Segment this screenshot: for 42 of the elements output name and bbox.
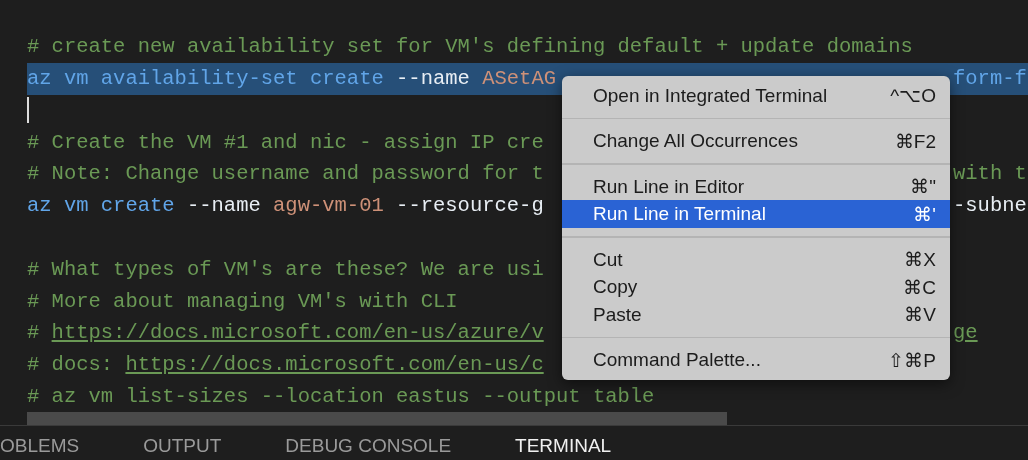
shortcut-label: ⇧⌘P: [888, 348, 936, 372]
panel-tab[interactable]: DEBUG CONSOLE: [285, 429, 452, 457]
code-text: # create new availability set for VM's defining default + update domains: [27, 35, 913, 59]
shortcut-label: ⌘F2: [894, 129, 936, 153]
panel-tab[interactable]: OUTPUT: [143, 429, 222, 457]
shortcut-label: ⌘X: [904, 248, 936, 272]
code-link[interactable]: https://docs.microsoft.com/en-us/c: [125, 353, 544, 377]
code-text: az vm create: [27, 194, 175, 218]
code-text: ASetAG: [481, 67, 556, 91]
code-text: # Create the VM #1 and nic - assign IP cre: [27, 130, 544, 154]
code-link[interactable]: https://docs.microsoft.com/en-us/azure/v: [51, 321, 544, 345]
code-text: # What types of VM's are these? We are usi: [27, 257, 544, 281]
shortcut-label: ⌘": [910, 175, 936, 199]
code-text: with t: [953, 162, 1027, 186]
code-text: --name: [395, 67, 470, 91]
code-text: --name: [185, 194, 261, 218]
code-text: form-f: [953, 67, 1027, 91]
scrollbar-thumb[interactable]: [27, 412, 727, 426]
menu-item[interactable]: Open in Integrated Terminal ^⌥O: [562, 82, 950, 110]
code-text: --resource-g: [395, 194, 544, 218]
panel-tab[interactable]: TERMINAL: [515, 429, 612, 457]
shortcut-label: ⌘': [913, 202, 936, 226]
code-text: # az vm list-sizes --location eastus --output table: [27, 384, 655, 408]
menu-item[interactable]: Run Line in Terminal ⌘': [562, 200, 950, 228]
code-text: # More about managing VM's with CLI: [27, 289, 458, 313]
code-text: az vm availability-set create: [27, 67, 384, 91]
menu-item[interactable]: Cut ⌘X: [562, 245, 950, 274]
menu-item[interactable]: Command Palette... ⇧⌘P: [562, 346, 950, 374]
menu-item[interactable]: Paste ⌘V: [562, 301, 950, 329]
code-text: # Note: Change username and password for t: [27, 162, 544, 186]
shortcut-label: ^⌥O: [890, 84, 936, 108]
menu-item[interactable]: Run Line in Editor ⌘": [562, 172, 950, 201]
shortcut-label: ⌘C: [903, 275, 936, 299]
code-text: #: [27, 321, 41, 345]
shortcut-label: ⌘V: [904, 303, 936, 327]
menu-item[interactable]: Copy ⌘C: [562, 273, 950, 301]
code-text: -subne: [953, 194, 1027, 218]
code-link[interactable]: ge: [953, 321, 978, 345]
code-text: agw-vm-01: [272, 194, 384, 218]
panel-tab[interactable]: OBLEMS: [0, 429, 80, 457]
code-text: # docs:: [27, 353, 115, 377]
menu-item[interactable]: Change All Occurrences ⌘F2: [562, 127, 950, 155]
